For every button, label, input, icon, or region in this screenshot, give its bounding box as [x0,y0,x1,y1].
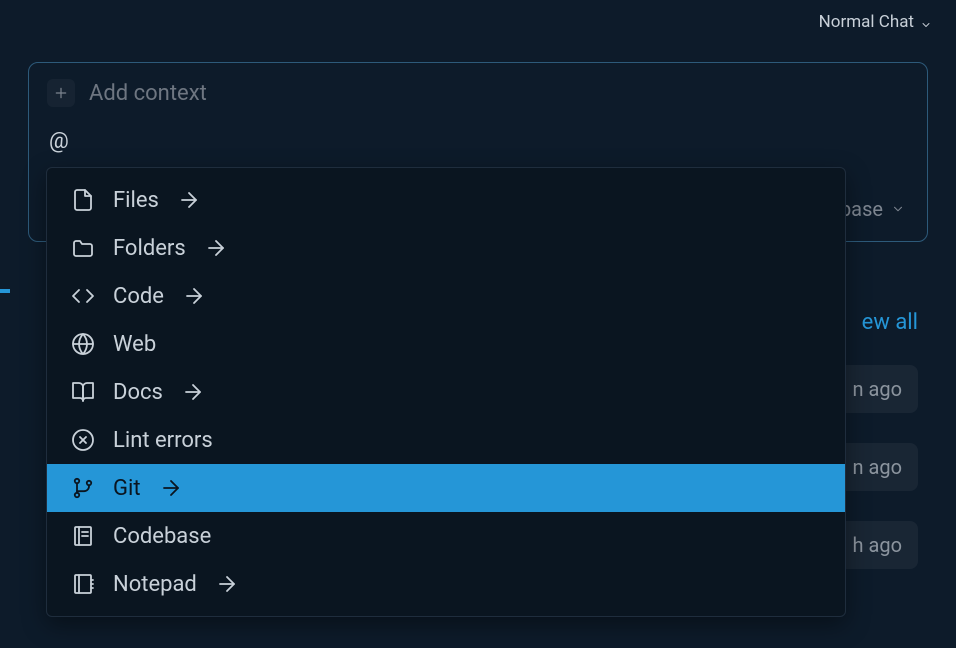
dropdown-item-label: Git [113,476,141,501]
chevron-down-icon [920,16,932,28]
context-dropdown: Files Folders Code Web Docs [46,167,846,617]
chat-mode-selector[interactable]: Normal Chat [819,12,932,32]
file-icon [71,188,95,212]
dropdown-item-git[interactable]: Git [47,464,845,512]
dropdown-item-files[interactable]: Files [47,176,845,224]
dropdown-item-label: Codebase [113,524,211,549]
dropdown-item-label: Web [113,332,156,357]
arrow-right-icon [204,236,228,260]
dropdown-item-codebase[interactable]: Codebase [47,512,845,560]
dropdown-item-label: Code [113,284,164,309]
codebase-icon [71,524,95,548]
codebase-scope-selector[interactable]: base [840,197,905,221]
dropdown-item-docs[interactable]: Docs [47,368,845,416]
history-time-badge[interactable]: h ago [837,521,919,569]
dropdown-item-label: Docs [113,380,163,405]
codebase-scope-label: base [840,197,883,221]
folder-icon [71,236,95,260]
code-icon [71,284,95,308]
dropdown-item-label: Files [113,188,159,213]
add-context-placeholder: Add context [89,81,207,106]
arrow-right-icon [182,284,206,308]
dropdown-item-label: Lint errors [113,428,213,453]
header-bar: Normal Chat [0,0,956,44]
dropdown-item-web[interactable]: Web [47,320,845,368]
dropdown-item-code[interactable]: Code [47,272,845,320]
error-icon [71,428,95,452]
chat-input[interactable]: @ [49,129,909,154]
arrow-right-icon [159,476,183,500]
left-tab-indicator [0,289,10,293]
git-icon [71,476,95,500]
book-icon [71,380,95,404]
notepad-icon [71,572,95,596]
history-time-badge[interactable]: n ago [836,443,918,491]
dropdown-item-label: Folders [113,236,186,261]
history-sidebar: ew all n ago n ago h ago [836,310,918,569]
dropdown-item-folders[interactable]: Folders [47,224,845,272]
history-time-badge[interactable]: n ago [836,365,918,413]
arrow-right-icon [181,380,205,404]
dropdown-item-lint-errors[interactable]: Lint errors [47,416,845,464]
globe-icon [71,332,95,356]
arrow-right-icon [177,188,201,212]
add-context-row: Add context [47,79,909,107]
view-all-link[interactable]: ew all [862,310,918,335]
mode-label: Normal Chat [819,12,914,32]
dropdown-item-label: Notepad [113,572,197,597]
dropdown-item-notepad[interactable]: Notepad [47,560,845,608]
arrow-right-icon [215,572,239,596]
add-context-button[interactable] [47,79,75,107]
